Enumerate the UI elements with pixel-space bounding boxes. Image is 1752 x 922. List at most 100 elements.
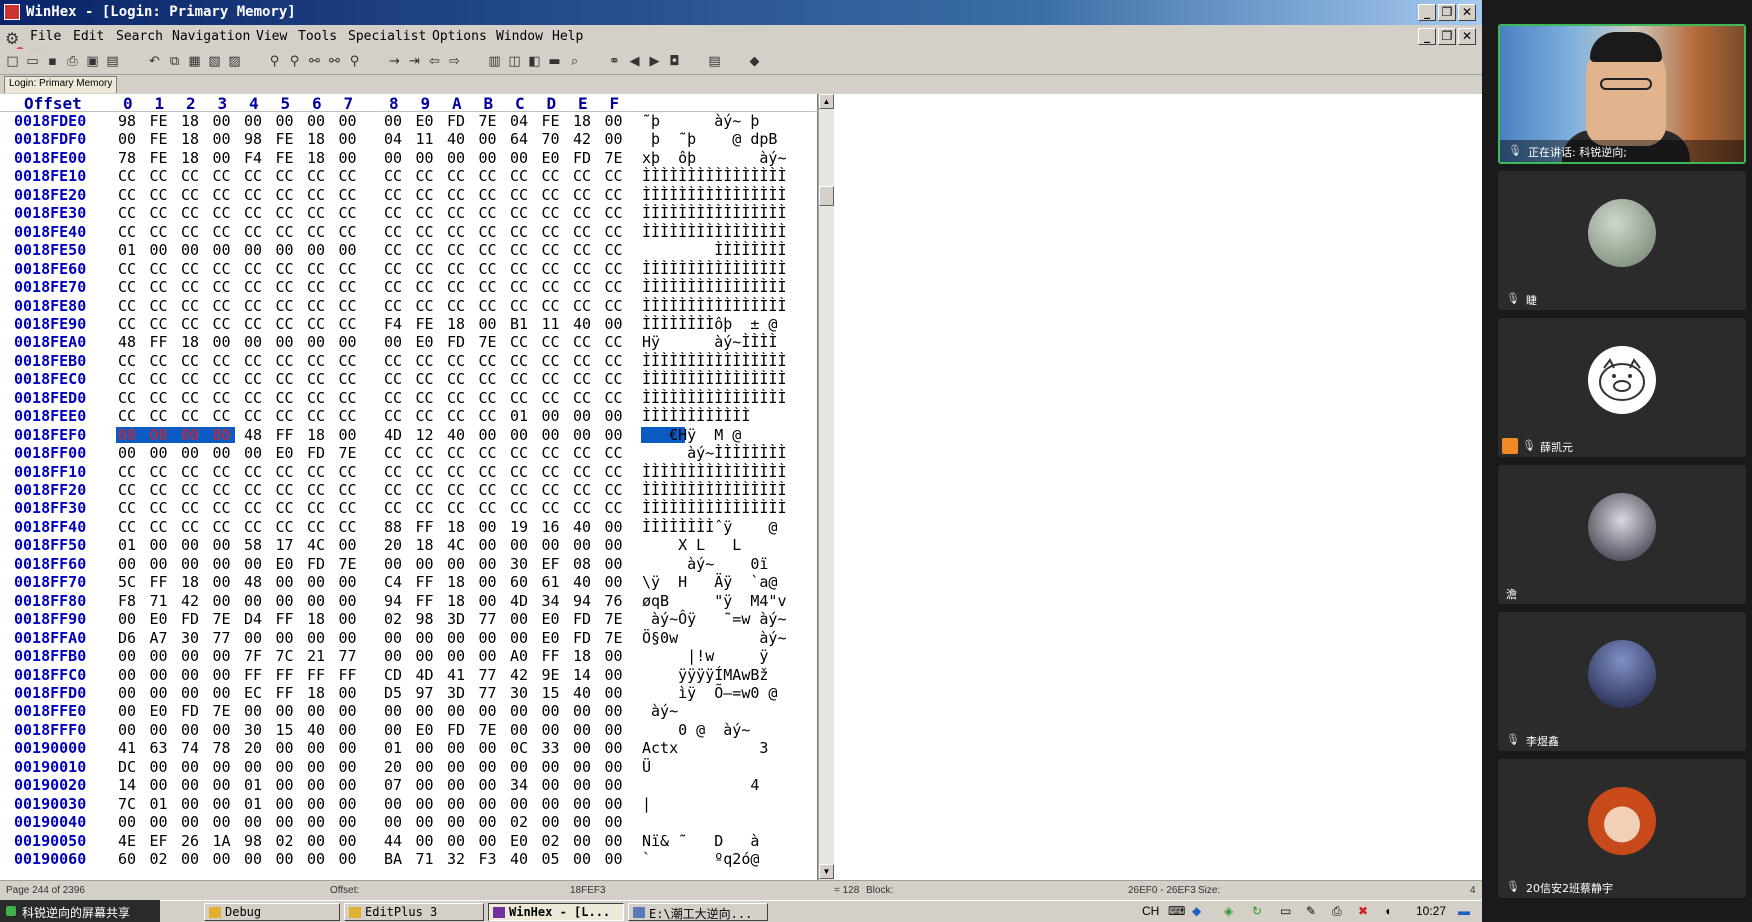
hex-byte[interactable]: 11 bbox=[416, 130, 434, 148]
hex-byte[interactable]: F4 bbox=[384, 315, 402, 333]
hex-byte[interactable]: 00 bbox=[339, 758, 357, 776]
hex-byte[interactable]: 00 bbox=[447, 758, 465, 776]
hex-byte[interactable]: CC bbox=[276, 223, 294, 241]
hex-byte[interactable]: 00 bbox=[384, 721, 402, 739]
hex-byte[interactable]: 00 bbox=[447, 776, 465, 794]
hex-byte[interactable]: 00 bbox=[542, 702, 560, 720]
hex-byte[interactable]: CC bbox=[276, 463, 294, 481]
hex-byte[interactable]: CC bbox=[213, 315, 231, 333]
ascii-text[interactable]: ˜þ àý~ þ bbox=[642, 112, 768, 130]
hex-byte[interactable]: CC bbox=[307, 481, 325, 499]
hex-byte[interactable]: 00 bbox=[384, 647, 402, 665]
hex-byte[interactable]: FE bbox=[276, 130, 294, 148]
hex-byte[interactable]: 7E bbox=[339, 444, 357, 462]
hex-byte[interactable]: CC bbox=[416, 389, 434, 407]
hex-byte[interactable]: CC bbox=[118, 481, 136, 499]
task-editplus[interactable]: EditPlus 3 bbox=[344, 903, 484, 921]
hex-byte[interactable]: 00 bbox=[542, 721, 560, 739]
hex-byte[interactable]: CC bbox=[447, 463, 465, 481]
hex-byte[interactable]: CC bbox=[479, 444, 497, 462]
hex-byte[interactable]: 00 bbox=[605, 850, 623, 868]
hex-byte[interactable]: CC bbox=[339, 260, 357, 278]
hex-byte[interactable]: FF bbox=[244, 666, 262, 684]
hex-byte[interactable]: 30 bbox=[181, 629, 199, 647]
ascii-text[interactable]: ÌÌÌÌÌÌÌÌÌÌÌÌÌÌÌÌ bbox=[642, 481, 787, 499]
hex-byte[interactable]: 00 bbox=[573, 721, 591, 739]
hex-byte[interactable]: CC bbox=[573, 241, 591, 259]
hex-byte[interactable]: CC bbox=[244, 186, 262, 204]
hex-byte[interactable]: 00 bbox=[510, 702, 528, 720]
menu-file[interactable]: File bbox=[30, 29, 61, 44]
hex-byte[interactable]: 00 bbox=[150, 426, 168, 444]
hex-byte[interactable]: CC bbox=[542, 241, 560, 259]
hex-byte[interactable]: CC bbox=[416, 444, 434, 462]
hex-byte[interactable]: CC bbox=[384, 499, 402, 517]
hex-byte[interactable]: 00 bbox=[244, 444, 262, 462]
hex-byte[interactable]: CC bbox=[384, 278, 402, 296]
hex-byte[interactable]: CC bbox=[447, 223, 465, 241]
hex-byte[interactable]: CC bbox=[307, 463, 325, 481]
hex-byte[interactable]: 00 bbox=[605, 666, 623, 684]
hex-byte[interactable]: 02 bbox=[384, 610, 402, 628]
hex-byte[interactable]: 00 bbox=[447, 702, 465, 720]
hex-byte[interactable]: 76 bbox=[605, 592, 623, 610]
hex-byte[interactable]: 00 bbox=[213, 555, 231, 573]
hex-byte[interactable]: 20 bbox=[384, 536, 402, 554]
hex-byte[interactable]: 00 bbox=[339, 536, 357, 554]
hex-byte[interactable]: CC bbox=[118, 186, 136, 204]
hex-byte[interactable]: 00 bbox=[244, 629, 262, 647]
hex-byte[interactable]: 17 bbox=[276, 536, 294, 554]
tray-error-icon[interactable]: ✖ bbox=[1358, 904, 1368, 918]
hex-byte[interactable]: 18 bbox=[573, 112, 591, 130]
hex-byte[interactable]: CC bbox=[244, 204, 262, 222]
hex-byte[interactable]: 00 bbox=[213, 776, 231, 794]
hex-byte[interactable]: FD bbox=[181, 702, 199, 720]
ascii-text[interactable]: øqB "ÿ M4"v bbox=[642, 592, 787, 610]
hex-byte[interactable]: 00 bbox=[447, 149, 465, 167]
hex-byte[interactable]: 00 bbox=[447, 555, 465, 573]
hex-byte[interactable]: 00 bbox=[181, 795, 199, 813]
hex-byte[interactable]: CC bbox=[339, 518, 357, 536]
hex-byte[interactable]: 42 bbox=[573, 130, 591, 148]
hex-byte[interactable]: 4D bbox=[416, 666, 434, 684]
hex-byte[interactable]: CC bbox=[339, 407, 357, 425]
hex-byte[interactable]: CC bbox=[213, 204, 231, 222]
hex-byte[interactable]: E0 bbox=[416, 112, 434, 130]
hex-byte[interactable]: CC bbox=[573, 186, 591, 204]
task-winhex[interactable]: WinHex - [L... bbox=[488, 903, 624, 921]
hex-byte[interactable]: CC bbox=[181, 260, 199, 278]
ascii-text[interactable]: ÌÌÌÌÌÌÌÌ bbox=[642, 241, 786, 259]
hex-byte[interactable]: 00 bbox=[150, 555, 168, 573]
hex-byte[interactable]: CC bbox=[276, 167, 294, 185]
hex-byte[interactable]: CC bbox=[339, 315, 357, 333]
hex-row[interactable]: 0018FFC0 00 00 00 00 FF FF FF FF CD 4D 41 77 42 9E 14 00… bbox=[0, 666, 818, 685]
menu-navigation[interactable]: Navigation bbox=[172, 29, 250, 44]
hex-byte[interactable]: 00 bbox=[573, 795, 591, 813]
hex-byte[interactable]: CC bbox=[181, 389, 199, 407]
hex-row[interactable]: 00190060 60 02 00 00 00 00 00 00 BA 71 32 F3 40 05 00 00… bbox=[0, 850, 818, 869]
hex-byte[interactable]: CC bbox=[573, 297, 591, 315]
close-button[interactable]: ✕ bbox=[1458, 4, 1476, 21]
hex-byte[interactable]: 00 bbox=[447, 795, 465, 813]
hex-byte[interactable]: 44 bbox=[384, 832, 402, 850]
menu-help[interactable]: Help bbox=[552, 29, 583, 44]
hex-row[interactable]: 0018FE50 01 00 00 00 00 00 00 00 CC CC CC CC CC CC CC CC… bbox=[0, 241, 818, 260]
hex-byte[interactable]: CC bbox=[510, 333, 528, 351]
ascii-text[interactable]: | bbox=[642, 795, 787, 813]
hex-byte[interactable]: CC bbox=[605, 260, 623, 278]
restore-button[interactable]: ❐ bbox=[1438, 4, 1456, 21]
task-debug[interactable]: Debug bbox=[204, 903, 340, 921]
hex-byte[interactable]: CC bbox=[150, 352, 168, 370]
hex-byte[interactable]: 00 bbox=[118, 721, 136, 739]
participant-tile-speaker[interactable]: 🎙 正在讲话: 科锐逆向; bbox=[1498, 24, 1746, 164]
hex-byte[interactable]: EF bbox=[542, 555, 560, 573]
hex-byte[interactable]: 00 bbox=[416, 647, 434, 665]
hex-byte[interactable]: 00 bbox=[181, 555, 199, 573]
hex-byte[interactable]: EC bbox=[244, 684, 262, 702]
hex-byte[interactable]: CC bbox=[479, 463, 497, 481]
hex-byte[interactable]: 00 bbox=[307, 795, 325, 813]
hex-byte[interactable]: 00 bbox=[605, 832, 623, 850]
hex-byte[interactable]: E0 bbox=[542, 629, 560, 647]
write-icon[interactable]: ▨ bbox=[226, 53, 243, 70]
hex-byte[interactable]: 00 bbox=[573, 813, 591, 831]
